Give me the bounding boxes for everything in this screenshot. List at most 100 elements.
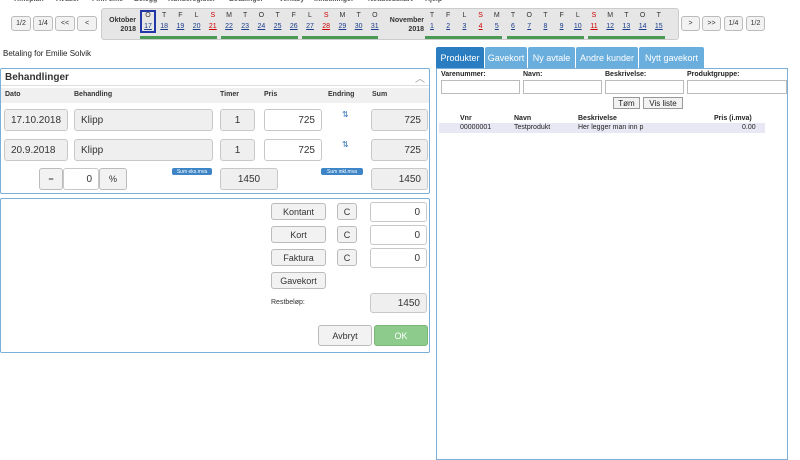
- tab-new-giftcard[interactable]: Nytt gavekort: [639, 47, 704, 68]
- tab-new-appointment[interactable]: Ny avtale: [528, 47, 575, 68]
- col-description: Beskrivelse: [578, 115, 617, 122]
- menu-item-2[interactable]: Finn time: [92, 0, 123, 3]
- name-input[interactable]: [523, 80, 602, 94]
- oct-weekday: O: [145, 12, 151, 19]
- oct-day[interactable]: 28: [319, 23, 333, 30]
- tab-products[interactable]: Produkter: [436, 47, 484, 68]
- card-clear-button[interactable]: C: [337, 226, 357, 243]
- menu-item-8[interactable]: Nettsteds­kart: [368, 0, 413, 3]
- nov-day[interactable]: 1: [425, 23, 439, 30]
- description-input[interactable]: [605, 80, 684, 94]
- row2-change-arrows-icon[interactable]: ⇅: [342, 140, 349, 149]
- menu-item-6[interactable]: Verktøy: [279, 0, 304, 3]
- discount-minus-button[interactable]: −: [39, 168, 63, 190]
- table-row[interactable]: 00000001 Testprodukt Her legger man inn …: [439, 123, 765, 133]
- oct-day[interactable]: 22: [222, 23, 236, 30]
- menu-item-4[interactable]: Kunderegister: [168, 0, 215, 3]
- row1-date: 17.10.2018: [4, 109, 68, 131]
- oct-weekday: S: [323, 12, 329, 19]
- oct-day[interactable]: 27: [303, 23, 317, 30]
- invoice-clear-button[interactable]: C: [337, 249, 357, 266]
- invoice-amount-input[interactable]: 0: [370, 248, 427, 268]
- menu-item-7[interactable]: Innstillinger: [314, 0, 354, 3]
- row2-date: 20.9.2018: [4, 139, 68, 161]
- availability-bar: [302, 36, 378, 39]
- cash-amount-input[interactable]: 0: [370, 202, 427, 222]
- cash-button[interactable]: Kontant: [271, 203, 326, 220]
- nov-day[interactable]: 9: [555, 23, 569, 30]
- product-group-input[interactable]: [687, 80, 787, 94]
- menu-item-1[interactable]: Avtaler: [56, 0, 79, 3]
- oct-day[interactable]: 24: [254, 23, 268, 30]
- top-bar: Timeplan Avtaler Finn time Belegg Kunderegis…: [0, 0, 800, 42]
- calendar-month-nov: November 2018: [389, 17, 424, 33]
- menu-item-9[interactable]: Hjelp: [425, 0, 442, 3]
- nav-right-button-2[interactable]: 1/4: [724, 16, 743, 31]
- oct-day[interactable]: 18: [157, 23, 171, 30]
- nov-day[interactable]: 6: [506, 23, 520, 30]
- discount-percent-button[interactable]: %: [99, 168, 127, 190]
- menu-item-5[interactable]: Betalinger: [229, 0, 263, 3]
- nav-right-button-1[interactable]: >>: [702, 16, 721, 31]
- nav-right-button-3[interactable]: 1/2: [746, 16, 765, 31]
- item-number-input[interactable]: [441, 80, 520, 94]
- oct-day[interactable]: 31: [368, 23, 382, 30]
- collapse-icon[interactable]: ︿: [415, 70, 425, 85]
- cash-clear-button[interactable]: C: [337, 203, 357, 220]
- show-list-button[interactable]: Vis liste: [643, 97, 683, 109]
- row2-price-input[interactable]: 725: [264, 139, 322, 161]
- nov-day[interactable]: 10: [571, 23, 585, 30]
- nov-day[interactable]: 5: [490, 23, 504, 30]
- remaining-amount: 1450: [370, 293, 427, 313]
- oct-day[interactable]: 23: [238, 23, 252, 30]
- tab-giftcards[interactable]: Gavekort: [485, 47, 527, 68]
- nov-day[interactable]: 4: [474, 23, 488, 30]
- ok-button[interactable]: OK: [374, 325, 428, 346]
- menu-item-3[interactable]: Belegg: [134, 0, 157, 3]
- oct-day[interactable]: 19: [173, 23, 187, 30]
- oct-weekday: O: [372, 12, 378, 19]
- row-price: 0.00: [742, 124, 756, 131]
- discount-input[interactable]: 0: [63, 168, 99, 190]
- oct-day[interactable]: 29: [335, 23, 349, 30]
- nav-right-button-0[interactable]: >: [681, 16, 700, 31]
- oct-day[interactable]: 17: [141, 23, 155, 30]
- oct-weekday: L: [308, 12, 312, 19]
- col-vnr: Vnr: [460, 115, 472, 122]
- card-button[interactable]: Kort: [271, 226, 326, 243]
- oct-day[interactable]: 21: [206, 23, 220, 30]
- row1-change-arrows-icon[interactable]: ⇅: [342, 110, 349, 119]
- row1-price-input[interactable]: 725: [264, 109, 322, 131]
- invoice-button[interactable]: Faktura: [271, 249, 326, 266]
- row1-hours: 1: [220, 109, 255, 131]
- nov-weekday: F: [446, 12, 451, 19]
- col-change: Endring: [328, 91, 355, 98]
- nov-day[interactable]: 3: [457, 23, 471, 30]
- nov-day[interactable]: 15: [652, 23, 666, 30]
- oct-day[interactable]: 26: [287, 23, 301, 30]
- cancel-button[interactable]: Avbryt: [318, 325, 372, 346]
- nov-day[interactable]: 7: [522, 23, 536, 30]
- nov-day[interactable]: 12: [603, 23, 617, 30]
- nov-day[interactable]: 14: [636, 23, 650, 30]
- remaining-label: Restbeløp:: [271, 299, 305, 306]
- row-description: Her legger man inn p: [578, 124, 644, 131]
- nav-left-button-1[interactable]: 1/4: [33, 16, 53, 31]
- menu-item-0[interactable]: Timeplan: [13, 0, 44, 3]
- nov-day[interactable]: 13: [619, 23, 633, 30]
- giftcard-button[interactable]: Gavekort: [271, 272, 326, 289]
- nav-left-button-3[interactable]: <: [77, 16, 97, 31]
- nov-day[interactable]: 2: [441, 23, 455, 30]
- card-amount-input[interactable]: 0: [370, 225, 427, 245]
- tab-other-customers[interactable]: Andre kunder: [576, 47, 638, 68]
- nav-left-button-2[interactable]: <<: [55, 16, 75, 31]
- nov-day[interactable]: 8: [538, 23, 552, 30]
- oct-day[interactable]: 30: [352, 23, 366, 30]
- nav-left-button-0[interactable]: 1/2: [11, 16, 31, 31]
- oct-day[interactable]: 25: [271, 23, 285, 30]
- nov-day[interactable]: 11: [587, 23, 601, 30]
- availability-bar: [221, 36, 298, 39]
- clear-filters-button[interactable]: Tøm: [613, 97, 640, 109]
- oct-day[interactable]: 20: [190, 23, 204, 30]
- row2-hours: 1: [220, 139, 255, 161]
